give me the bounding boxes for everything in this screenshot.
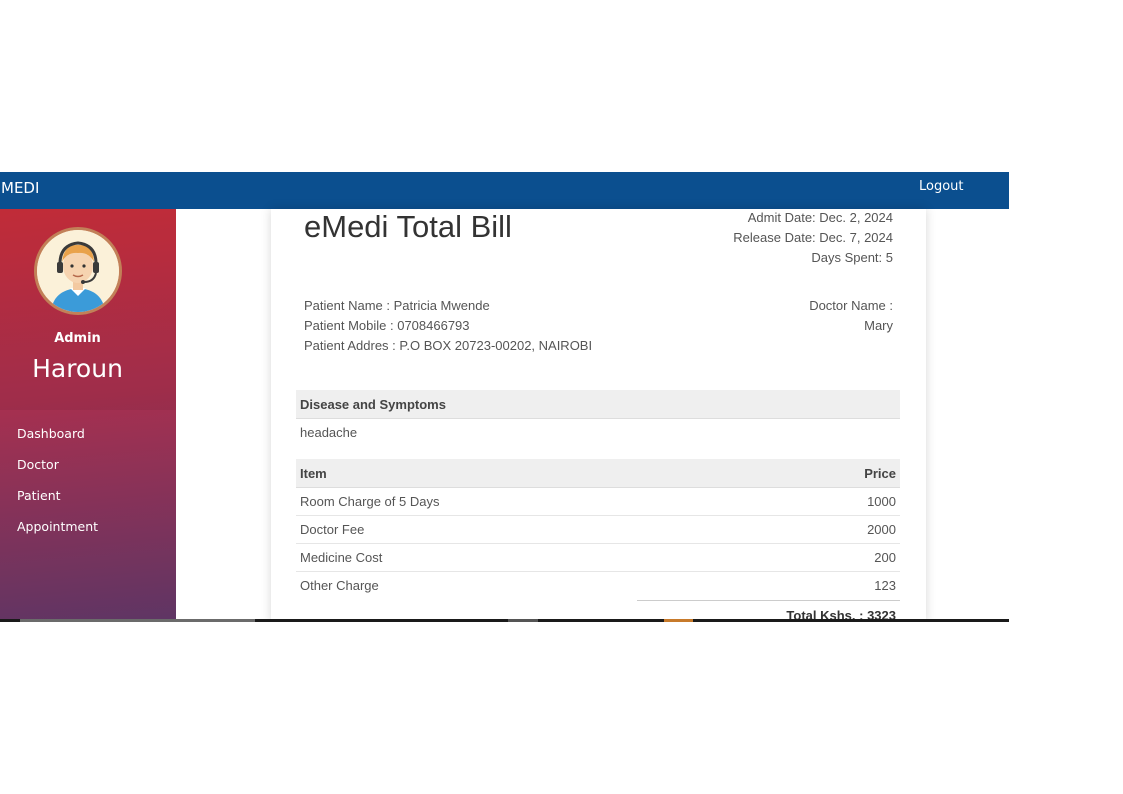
disease-header: Disease and Symptoms (296, 390, 900, 419)
disease-header-label: Disease and Symptoms (300, 397, 446, 412)
item-name: Other Charge (300, 578, 379, 593)
logout-link[interactable]: Logout (919, 179, 964, 194)
user-name: Haroun (32, 354, 123, 383)
days-spent: Days Spent: 5 (811, 250, 893, 265)
bill-title: eMedi Total Bill (304, 209, 512, 244)
bottom-bar-segment (20, 619, 255, 622)
bottom-bar-segment (664, 619, 693, 622)
top-navbar: MEDI Logout (0, 172, 1009, 209)
patient-mobile: Patient Mobile : 0708466793 (304, 318, 470, 333)
bottom-bar-segment (508, 619, 538, 622)
item-price: 123 (874, 578, 896, 593)
brand-logo[interactable]: MEDI (1, 179, 39, 197)
sidebar-item-patient[interactable]: Patient (17, 488, 61, 503)
doctor-name-label: Doctor Name : (809, 298, 893, 313)
bottom-edge-bar (0, 619, 1009, 622)
column-header-price: Price (864, 466, 896, 481)
table-row: Room Charge of 5 Days 1000 (296, 488, 900, 516)
sidebar: Admin Haroun Dashboard Doctor Patient Ap… (0, 209, 176, 622)
disease-value: headache (300, 425, 358, 440)
patient-address: Patient Addres : P.O BOX 20723-00202, NA… (304, 338, 593, 353)
user-headset-icon (37, 230, 119, 312)
bill-card: eMedi Total Bill Admit Date: Dec. 2, 202… (271, 209, 926, 622)
item-price: 1000 (867, 494, 896, 509)
items-table-header: Item Price (296, 459, 900, 488)
avatar (34, 227, 122, 315)
item-price: 200 (874, 550, 896, 565)
sidebar-item-appointment[interactable]: Appointment (17, 519, 98, 534)
doctor-name: Mary (864, 318, 893, 333)
table-row: Doctor Fee 2000 (296, 516, 900, 544)
table-row: Medicine Cost 200 (296, 544, 900, 572)
sidebar-item-dashboard[interactable]: Dashboard (17, 426, 85, 441)
item-price: 2000 (867, 522, 896, 537)
table-row: Other Charge 123 (296, 572, 900, 600)
column-header-item: Item (300, 466, 327, 481)
release-date: Release Date: Dec. 7, 2024 (733, 230, 893, 245)
user-role: Admin (54, 331, 101, 346)
admit-date: Admit Date: Dec. 2, 2024 (747, 210, 893, 225)
patient-name: Patient Name : Patricia Mwende (304, 298, 490, 313)
app-window: MEDI Logout Admin Haroun Dashboard Docto… (0, 172, 1009, 622)
item-name: Medicine Cost (300, 550, 383, 565)
item-name: Doctor Fee (300, 522, 365, 537)
item-name: Room Charge of 5 Days (300, 494, 440, 509)
total-divider (637, 600, 900, 601)
sidebar-item-doctor[interactable]: Doctor (17, 457, 59, 472)
